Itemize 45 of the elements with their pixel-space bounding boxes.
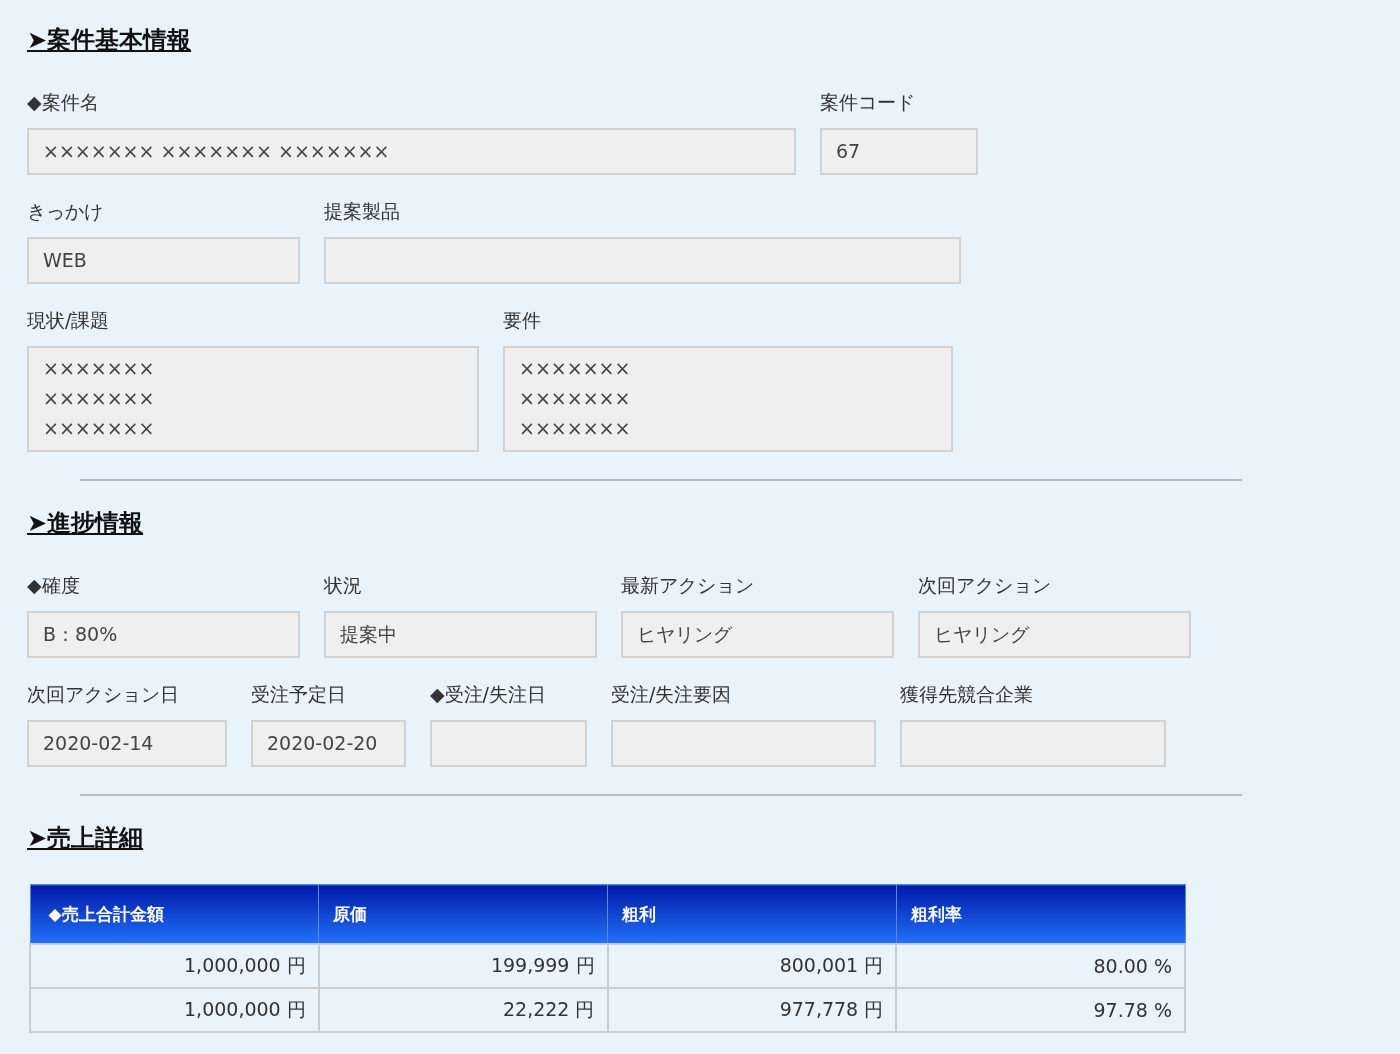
- input-field[interactable]: [324, 237, 961, 284]
- field-label: きっかけ: [27, 199, 104, 224]
- input-field[interactable]: WEB: [27, 237, 300, 284]
- input-field[interactable]: 2020-02-20: [251, 720, 406, 767]
- input-field[interactable]: [430, 720, 587, 767]
- table-cell: 1,000,000 円: [30, 944, 319, 988]
- table-cell: 1,000,000 円: [30, 988, 319, 1032]
- input-field[interactable]: 67: [820, 128, 978, 175]
- field-label: 案件コード: [820, 90, 916, 115]
- field-label: 獲得先競合企業: [900, 682, 1034, 707]
- table-cell: 977,778 円: [607, 988, 897, 1032]
- column-header: 粗利: [607, 884, 897, 944]
- field-label: 最新アクション: [621, 573, 755, 598]
- field-label: 受注/失注要因: [611, 682, 733, 707]
- field-label: ◆確度: [27, 573, 81, 598]
- column-header: 原価: [318, 884, 608, 944]
- field-label: 状況: [324, 573, 363, 598]
- input-field[interactable]: ヒヤリング: [918, 611, 1191, 658]
- text-area[interactable]: ××××××× ××××××× ×××××××: [27, 346, 479, 452]
- field-label: 現状/課題: [27, 308, 111, 333]
- section-heading: ➤案件基本情報: [27, 25, 192, 56]
- field-label: 受注予定日: [251, 682, 347, 707]
- field-label: 提案製品: [324, 199, 401, 224]
- input-field[interactable]: 提案中: [324, 611, 597, 658]
- section-heading: ➤売上詳細: [27, 823, 144, 854]
- input-field[interactable]: [611, 720, 876, 767]
- input-field[interactable]: 2020-02-14: [27, 720, 227, 767]
- table-cell: 199,999 円: [318, 944, 608, 988]
- input-field[interactable]: B：80%: [27, 611, 300, 658]
- field-label: ◆受注/失注日: [430, 682, 547, 707]
- section-heading: ➤進捗情報: [27, 508, 144, 539]
- field-label: ◆案件名: [27, 90, 100, 115]
- table-cell: 80.00 %: [896, 944, 1185, 988]
- table-cell: 22,222 円: [318, 988, 608, 1032]
- table-cell: 800,001 円: [607, 944, 897, 988]
- column-header: ◆売上合計金額: [30, 884, 319, 944]
- text-area[interactable]: ××××××× ××××××× ×××××××: [503, 346, 953, 452]
- field-label: 要件: [503, 308, 542, 333]
- input-field[interactable]: ヒヤリング: [621, 611, 894, 658]
- column-header: 粗利率: [896, 884, 1185, 944]
- field-label: 次回アクション: [918, 573, 1052, 598]
- input-field[interactable]: ××××××× ××××××× ×××××××: [27, 128, 796, 175]
- table-cell: 97.78 %: [896, 988, 1185, 1032]
- input-field[interactable]: [900, 720, 1166, 767]
- field-label: 次回アクション日: [27, 682, 180, 707]
